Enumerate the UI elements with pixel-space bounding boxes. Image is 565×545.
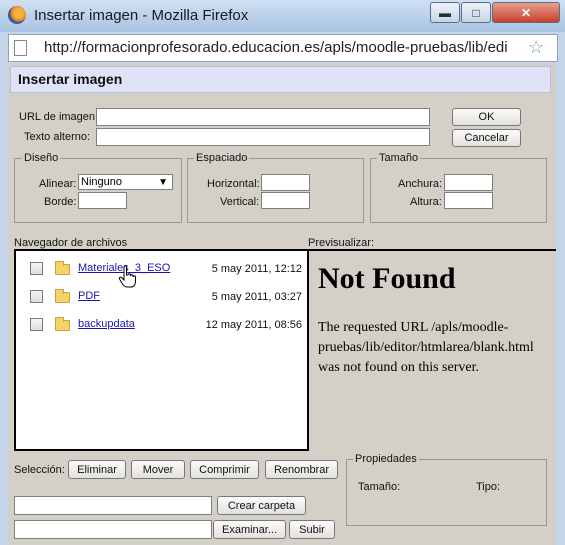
align-select[interactable]: Ninguno ▼ bbox=[78, 174, 173, 190]
file-browser bbox=[14, 249, 309, 451]
file-browser-label: Navegador de archivos bbox=[14, 237, 128, 249]
close-button[interactable]: ✕ bbox=[492, 2, 560, 23]
border-input[interactable] bbox=[78, 192, 127, 209]
file-link[interactable]: PDF bbox=[78, 290, 100, 302]
rename-button[interactable]: Renombrar bbox=[265, 460, 338, 479]
image-url-input[interactable] bbox=[96, 108, 430, 126]
spacing-legend: Espaciado bbox=[194, 152, 250, 164]
width-input[interactable] bbox=[444, 174, 493, 191]
create-folder-button[interactable]: Crear carpeta bbox=[217, 496, 306, 515]
height-input[interactable] bbox=[444, 192, 493, 209]
url-label: URL de imagen: bbox=[19, 111, 99, 123]
alt-text-label: Texto alterno: bbox=[24, 131, 91, 143]
vertical-label: Vertical: bbox=[220, 196, 260, 208]
selection-label: Selección: bbox=[14, 464, 65, 476]
folder-icon bbox=[55, 289, 70, 303]
browse-button[interactable]: Examinar... bbox=[213, 520, 286, 539]
layout-fieldset bbox=[14, 158, 182, 223]
upload-button[interactable]: Subir bbox=[289, 520, 335, 539]
align-select-value: Ninguno bbox=[81, 176, 122, 188]
width-label: Anchura: bbox=[398, 178, 443, 190]
chevron-down-icon: ▼ bbox=[158, 177, 168, 188]
folder-icon bbox=[55, 317, 70, 331]
type-property-label: Tipo: bbox=[476, 481, 501, 493]
layout-legend: Diseño bbox=[22, 152, 61, 164]
file-checkbox[interactable] bbox=[30, 318, 43, 331]
preview-title: Not Found bbox=[318, 262, 456, 295]
preview-label: Previsualizar: bbox=[308, 237, 375, 249]
height-label: Altura: bbox=[410, 196, 442, 208]
delete-button[interactable]: Eliminar bbox=[68, 460, 126, 479]
ok-button[interactable]: OK bbox=[452, 108, 521, 126]
size-property-label: Tamaño: bbox=[358, 481, 401, 493]
cancel-button[interactable]: Cancelar bbox=[452, 129, 521, 147]
align-label: Alinear: bbox=[39, 178, 77, 190]
file-date: 12 may 2011, 08:56 bbox=[205, 319, 302, 331]
file-checkbox[interactable] bbox=[30, 290, 43, 303]
address-url[interactable]: http://formacionprofesorado.educacion.es… bbox=[44, 39, 522, 56]
bookmark-star-icon[interactable]: ☆ bbox=[528, 37, 544, 58]
border-label: Borde: bbox=[44, 196, 77, 208]
folder-icon bbox=[55, 261, 70, 275]
folder-name-input[interactable] bbox=[14, 496, 212, 515]
properties-legend: Propiedades bbox=[353, 453, 419, 465]
maximize-button[interactable]: □ bbox=[461, 2, 491, 23]
file-date: 5 may 2011, 03:27 bbox=[211, 291, 302, 303]
horizontal-spacing-input[interactable] bbox=[261, 174, 310, 191]
file-link[interactable]: backupdata bbox=[78, 318, 135, 330]
vertical-spacing-input[interactable] bbox=[261, 192, 310, 209]
compress-button[interactable]: Comprimir bbox=[190, 460, 259, 479]
file-checkbox[interactable] bbox=[30, 262, 43, 275]
file-date: 5 may 2011, 12:12 bbox=[211, 263, 302, 275]
horizontal-label: Horizontal: bbox=[207, 178, 260, 190]
preview-message: The requested URL /apls/moodle-pruebas/l… bbox=[318, 320, 534, 375]
size-legend: Tamaño bbox=[377, 152, 421, 164]
window-title: Insertar imagen - Mozilla Firefox bbox=[34, 7, 249, 24]
hand-cursor-icon bbox=[118, 265, 136, 288]
dialog-title: Insertar imagen bbox=[18, 71, 123, 87]
upload-file-input[interactable] bbox=[14, 520, 212, 539]
alt-text-input[interactable] bbox=[96, 128, 430, 146]
move-button[interactable]: Mover bbox=[131, 460, 185, 479]
firefox-icon bbox=[8, 6, 26, 24]
page-icon bbox=[14, 40, 27, 56]
minimize-button[interactable]: ▬ bbox=[430, 2, 460, 23]
